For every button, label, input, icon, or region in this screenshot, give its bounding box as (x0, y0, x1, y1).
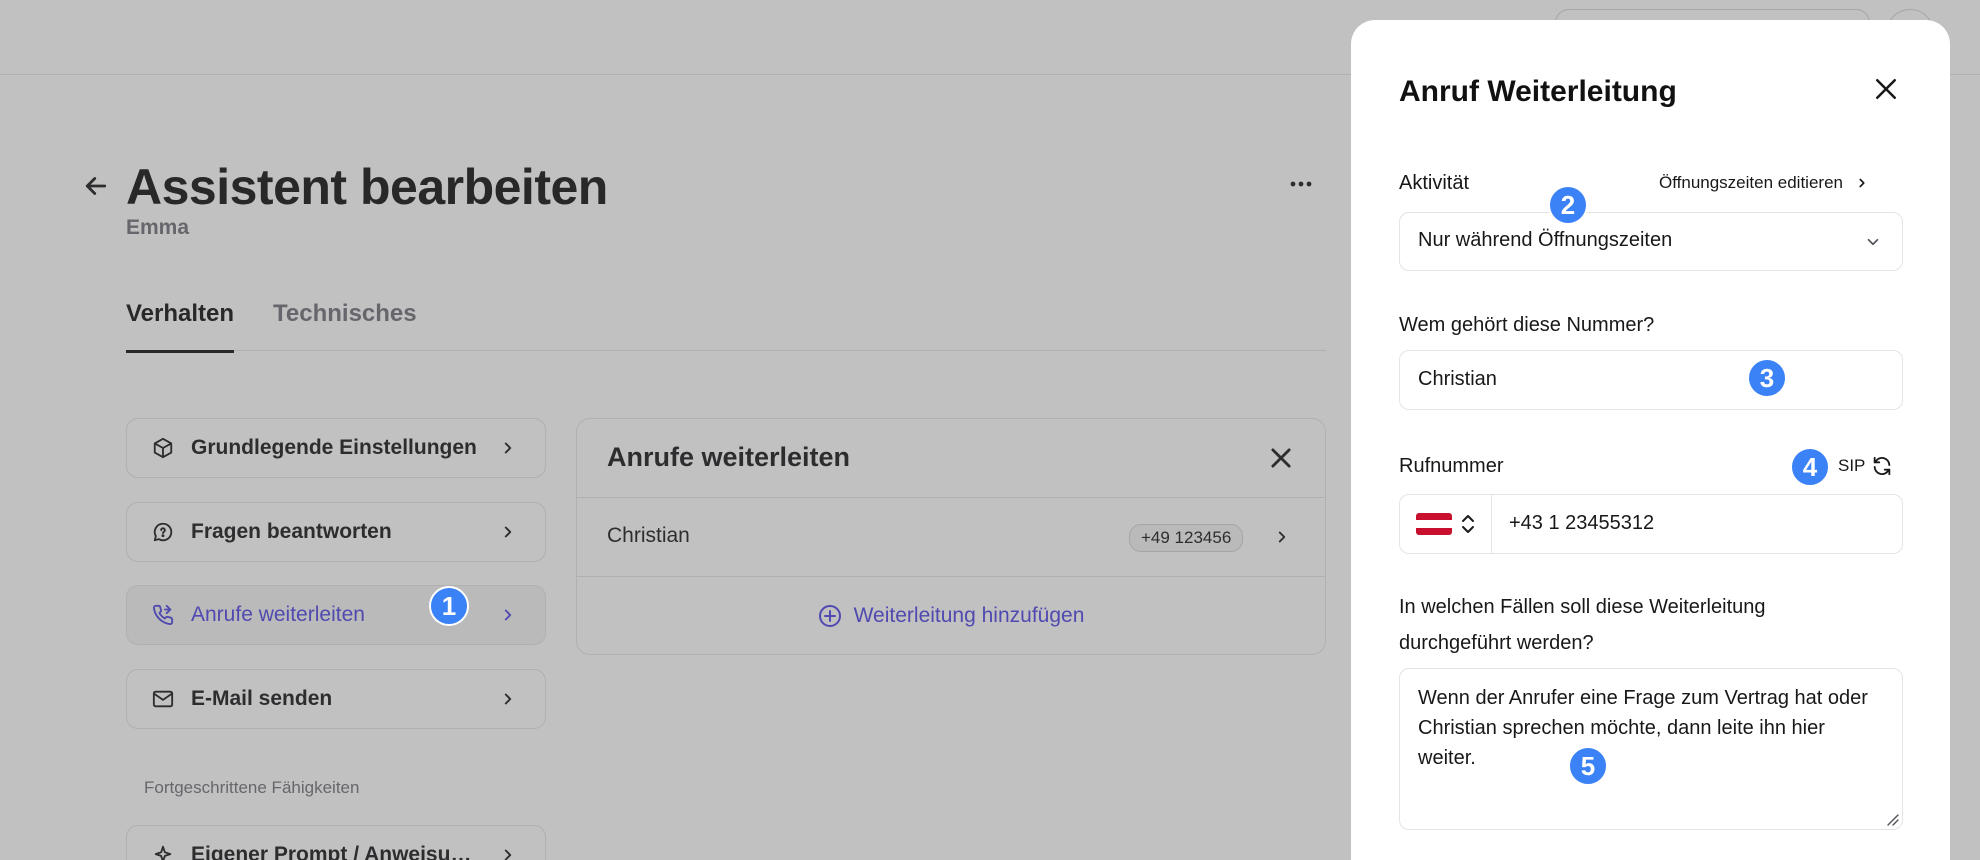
activity-select-value: Nur während Öffnungszeiten (1418, 229, 1673, 251)
sip-toggle[interactable]: SIP (1838, 455, 1893, 477)
annotation-marker-1: 1 (429, 586, 469, 626)
annotation-marker-4: 4 (1790, 447, 1830, 487)
country-select[interactable] (1400, 495, 1492, 553)
annotation-marker-5: 5 (1568, 746, 1608, 786)
phone-input-group: +43 1 23455312 (1399, 494, 1903, 554)
resize-handle-icon[interactable] (1885, 812, 1899, 826)
cases-label-line-2: durchgeführt werden? (1399, 632, 1594, 654)
cases-label-line-1: In welchen Fällen soll diese Weiterleitu… (1399, 596, 1766, 618)
activity-label: Aktivität (1399, 172, 1470, 194)
forwarding-drawer: Anruf Weiterleitung Aktivität Öffnungsze… (1351, 20, 1950, 860)
phone-label: Rufnummer (1399, 455, 1504, 477)
refresh-icon (1874, 456, 1891, 476)
cases-textarea[interactable]: Wenn der Anrufer eine Frage zum Vertrag … (1399, 668, 1903, 830)
austria-flag-icon (1415, 513, 1452, 535)
owner-input[interactable]: Christian (1399, 350, 1903, 410)
chevron-up-down-icon (1461, 515, 1474, 533)
phone-input-value[interactable]: +43 1 23455312 (1509, 512, 1654, 535)
sip-label: SIP (1838, 456, 1866, 475)
edit-opening-hours-label: Öffnungszeiten editieren (1659, 173, 1843, 192)
owner-label: Wem gehört diese Nummer? (1399, 314, 1655, 336)
drawer-title: Anruf Weiterleitung (1399, 75, 1677, 108)
activity-select[interactable]: Nur während Öffnungszeiten (1399, 212, 1903, 271)
cases-textarea-value: Wenn der Anrufer eine Frage zum Vertrag … (1418, 687, 1868, 769)
chevron-right-icon (1859, 178, 1865, 188)
close-icon[interactable] (1871, 74, 1901, 104)
annotation-marker-2: 2 (1548, 185, 1588, 225)
chevron-down-icon (1867, 238, 1879, 246)
edit-opening-hours-link[interactable]: Öffnungszeiten editieren (1659, 173, 1869, 193)
annotation-marker-3: 3 (1747, 358, 1787, 398)
owner-input-value: Christian (1418, 368, 1497, 390)
